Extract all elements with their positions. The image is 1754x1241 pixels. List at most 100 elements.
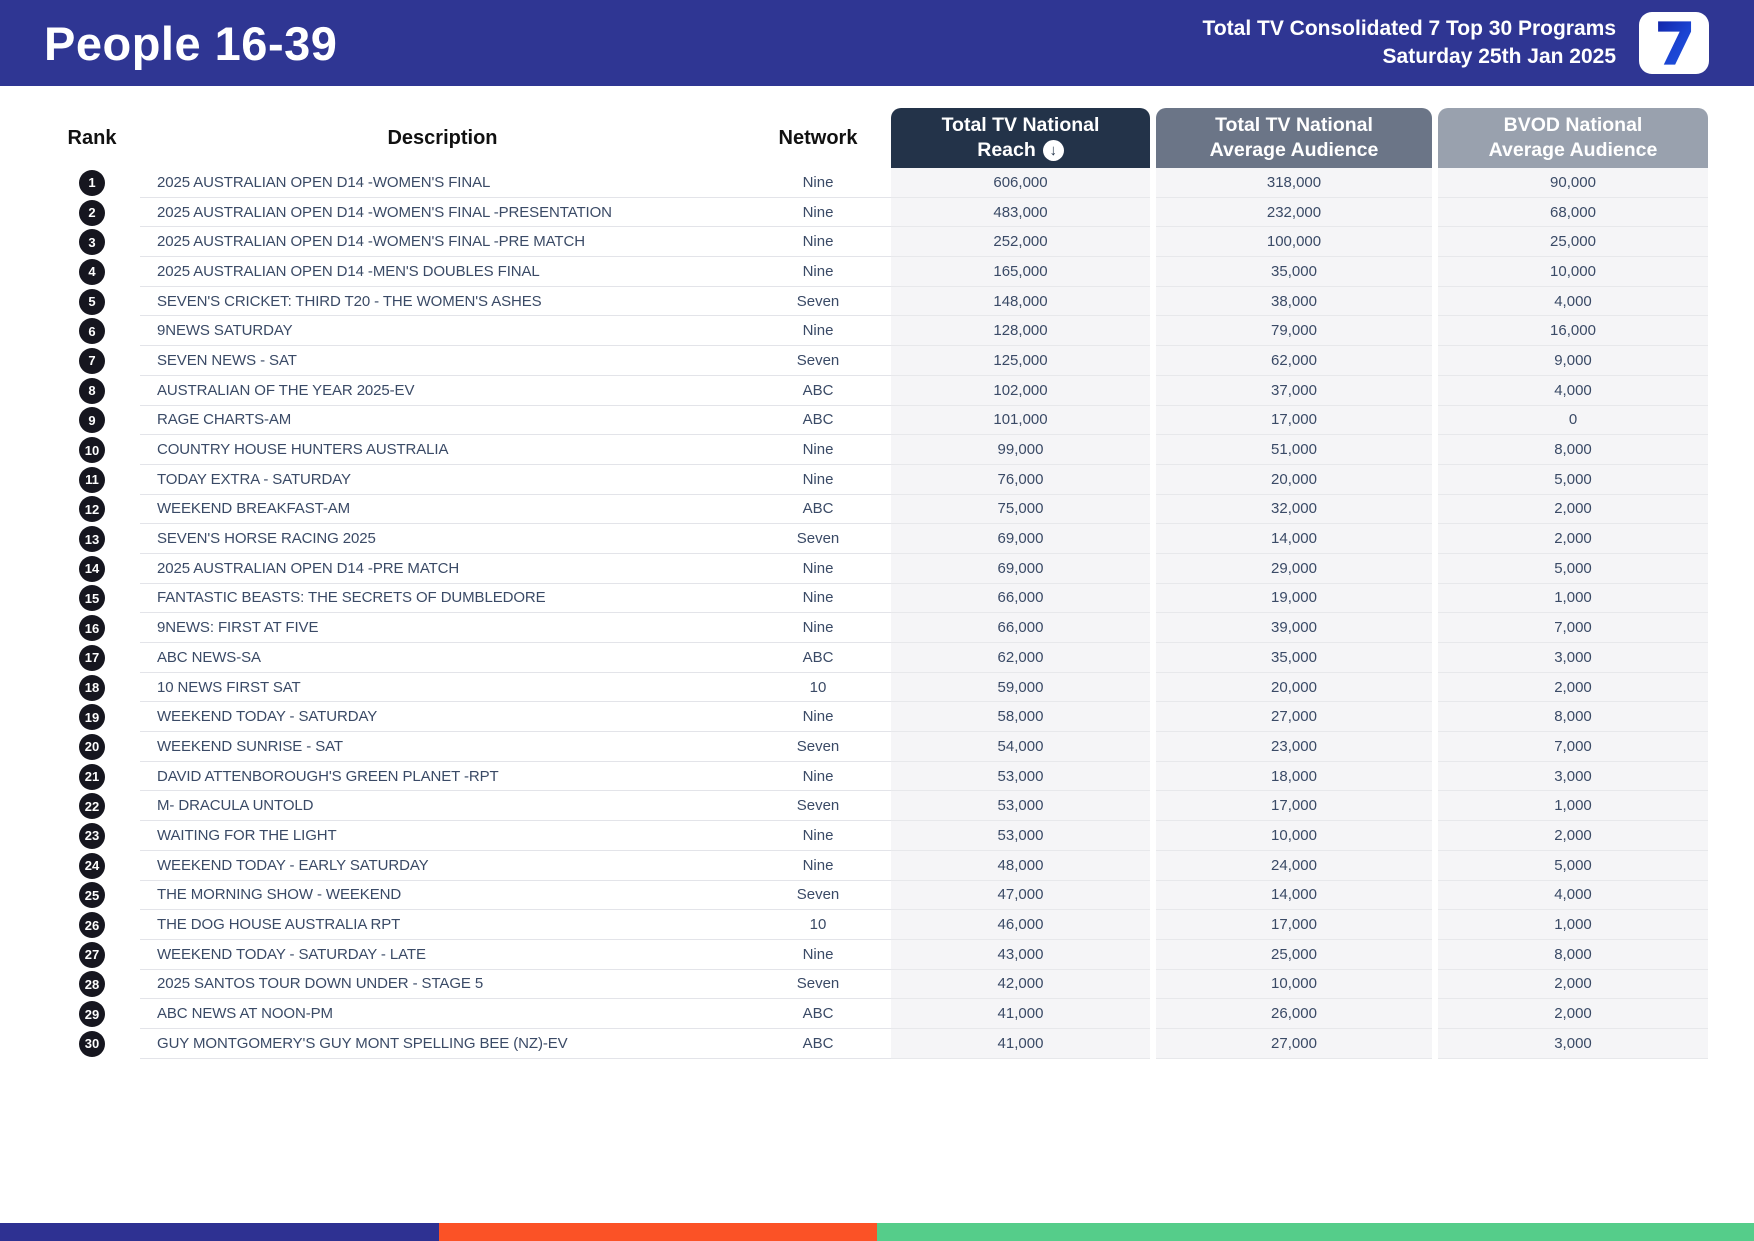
rank-cell: 8 (44, 376, 140, 406)
network-cell: Nine (745, 702, 891, 733)
avg-audience-cell: 27,000 (1156, 702, 1432, 733)
bvod-cell: 9,000 (1438, 346, 1708, 376)
rank-cell: 25 (44, 881, 140, 911)
avg-audience-cell: 17,000 (1156, 910, 1432, 940)
table-row: 5 SEVEN'S CRICKET: THIRD T20 - THE WOMEN… (44, 286, 1708, 317)
avg-audience-cell: 23,000 (1156, 732, 1432, 762)
reach-cell: 53,000 (891, 761, 1150, 792)
rank-badge: 1 (79, 169, 105, 196)
description-cell: WEEKEND TODAY - SATURDAY - LATE (140, 940, 745, 970)
rank-badge: 20 (79, 733, 105, 760)
avg-audience-cell: 20,000 (1156, 672, 1432, 703)
bvod-cell: 8,000 (1438, 939, 1708, 970)
seven-network-logo (1639, 12, 1709, 74)
network-cell: Nine (745, 198, 891, 228)
avg-audience-cell: 100,000 (1156, 227, 1432, 258)
description-cell: 9NEWS: FIRST AT FIVE (140, 613, 745, 643)
column-header-total-tv-average-audience[interactable]: Total TV National Average Audience (1156, 108, 1432, 168)
network-cell: Nine (745, 554, 891, 584)
description-cell: 2025 SANTOS TOUR DOWN UNDER - STAGE 5 (140, 970, 745, 1000)
bvod-cell: 4,000 (1438, 880, 1708, 911)
rank-badge: 29 (79, 1001, 105, 1028)
avg-audience-cell: 19,000 (1156, 583, 1432, 614)
table-row: 13 SEVEN'S HORSE RACING 2025 Seven 69,00… (44, 524, 1708, 554)
network-cell: Seven (745, 287, 891, 317)
bvod-cell: 0 (1438, 405, 1708, 436)
rank-badge: 6 (79, 318, 105, 345)
network-cell: Seven (745, 881, 891, 911)
rank-cell: 4 (44, 257, 140, 287)
network-cell: 10 (745, 673, 891, 703)
avg-audience-cell: 35,000 (1156, 643, 1432, 673)
column-header-total-tv-reach[interactable]: Total TV National Reach ↓ (891, 108, 1150, 168)
description-cell: WEEKEND TODAY - EARLY SATURDAY (140, 851, 745, 881)
avg-audience-cell: 26,000 (1156, 999, 1432, 1029)
reach-cell: 101,000 (891, 405, 1150, 436)
rank-badge: 16 (79, 615, 105, 642)
description-cell: AUSTRALIAN OF THE YEAR 2025-EV (140, 376, 745, 406)
avg-audience-cell: 20,000 (1156, 464, 1432, 495)
rank-badge: 22 (79, 793, 105, 820)
table-row: 1 2025 AUSTRALIAN OPEN D14 -WOMEN'S FINA… (44, 168, 1708, 198)
rank-cell: 12 (44, 495, 140, 525)
column-header-network: Network (778, 126, 858, 149)
rank-cell: 15 (44, 584, 140, 614)
rank-cell: 22 (44, 791, 140, 821)
column-header-rank: Rank (67, 126, 117, 149)
description-cell: 9NEWS SATURDAY (140, 316, 745, 347)
avg-audience-cell: 79,000 (1156, 316, 1432, 347)
bvod-cell: 2,000 (1438, 494, 1708, 525)
footer-segment-green (877, 1223, 1754, 1241)
reach-cell: 54,000 (891, 732, 1150, 762)
bvod-cell: 1,000 (1438, 910, 1708, 940)
table-row: 4 2025 AUSTRALIAN OPEN D14 -MEN'S DOUBLE… (44, 257, 1708, 287)
description-cell: WEEKEND TODAY - SATURDAY (140, 702, 745, 733)
reach-cell: 102,000 (891, 375, 1150, 406)
description-cell: COUNTRY HOUSE HUNTERS AUSTRALIA (140, 435, 745, 465)
table-row: 19 WEEKEND TODAY - SATURDAY Nine 58,000 … (44, 702, 1708, 733)
header-bar: People 16-39 Total TV Consolidated 7 Top… (0, 0, 1754, 86)
avg-audience-cell: 27,000 (1156, 1028, 1432, 1059)
rank-badge: 2 (79, 199, 105, 226)
sort-descending-icon[interactable]: ↓ (1042, 139, 1064, 161)
bvod-cell: 90,000 (1438, 168, 1708, 198)
bvod-cell: 5,000 (1438, 850, 1708, 881)
rank-cell: 29 (44, 999, 140, 1029)
table-row: 22 M- DRACULA UNTOLD Seven 53,000 17,000… (44, 791, 1708, 822)
reach-cell: 41,000 (891, 999, 1150, 1029)
table-row: 20 WEEKEND SUNRISE - SAT Seven 54,000 23… (44, 732, 1708, 762)
rank-badge: 3 (79, 229, 105, 256)
table-header-row: Rank Description Network Total TV Nation… (44, 108, 1708, 168)
reach-cell: 252,000 (891, 227, 1150, 258)
rank-badge: 13 (79, 526, 105, 553)
rank-cell: 28 (44, 970, 140, 1000)
network-cell: ABC (745, 999, 891, 1029)
avg-audience-cell: 14,000 (1156, 880, 1432, 911)
reach-cell: 69,000 (891, 524, 1150, 554)
avg-audience-cell: 37,000 (1156, 375, 1432, 406)
bvod-cell: 3,000 (1438, 1028, 1708, 1059)
bvod-cell: 7,000 (1438, 613, 1708, 643)
rank-badge: 10 (79, 437, 105, 464)
rank-badge: 19 (79, 704, 105, 731)
table-row: 28 2025 SANTOS TOUR DOWN UNDER - STAGE 5… (44, 969, 1708, 1000)
table-row: 16 9NEWS: FIRST AT FIVE Nine 66,000 39,0… (44, 613, 1708, 643)
reach-cell: 66,000 (891, 613, 1150, 643)
network-cell: Nine (745, 168, 891, 198)
description-cell: GUY MONTGOMERY'S GUY MONT SPELLING BEE (… (140, 1029, 745, 1059)
column-header-bvod-average-audience[interactable]: BVOD National Average Audience (1438, 108, 1708, 168)
report-subtitle-line1: Total TV Consolidated 7 Top 30 Programs (1202, 17, 1616, 41)
description-cell: THE DOG HOUSE AUSTRALIA RPT (140, 910, 745, 940)
table-row: 26 THE DOG HOUSE AUSTRALIA RPT 10 46,000… (44, 910, 1708, 940)
network-cell: Nine (745, 584, 891, 614)
reach-header-line1: Total TV National (941, 114, 1100, 137)
description-cell: RAGE CHARTS-AM (140, 406, 745, 436)
description-cell: FANTASTIC BEASTS: THE SECRETS OF DUMBLED… (140, 584, 745, 614)
reach-cell: 58,000 (891, 702, 1150, 733)
network-cell: ABC (745, 495, 891, 525)
description-cell: DAVID ATTENBOROUGH'S GREEN PLANET -RPT (140, 762, 745, 792)
rank-cell: 10 (44, 435, 140, 465)
avg-audience-cell: 232,000 (1156, 197, 1432, 228)
reach-cell: 69,000 (891, 553, 1150, 584)
rank-badge: 27 (79, 941, 105, 968)
